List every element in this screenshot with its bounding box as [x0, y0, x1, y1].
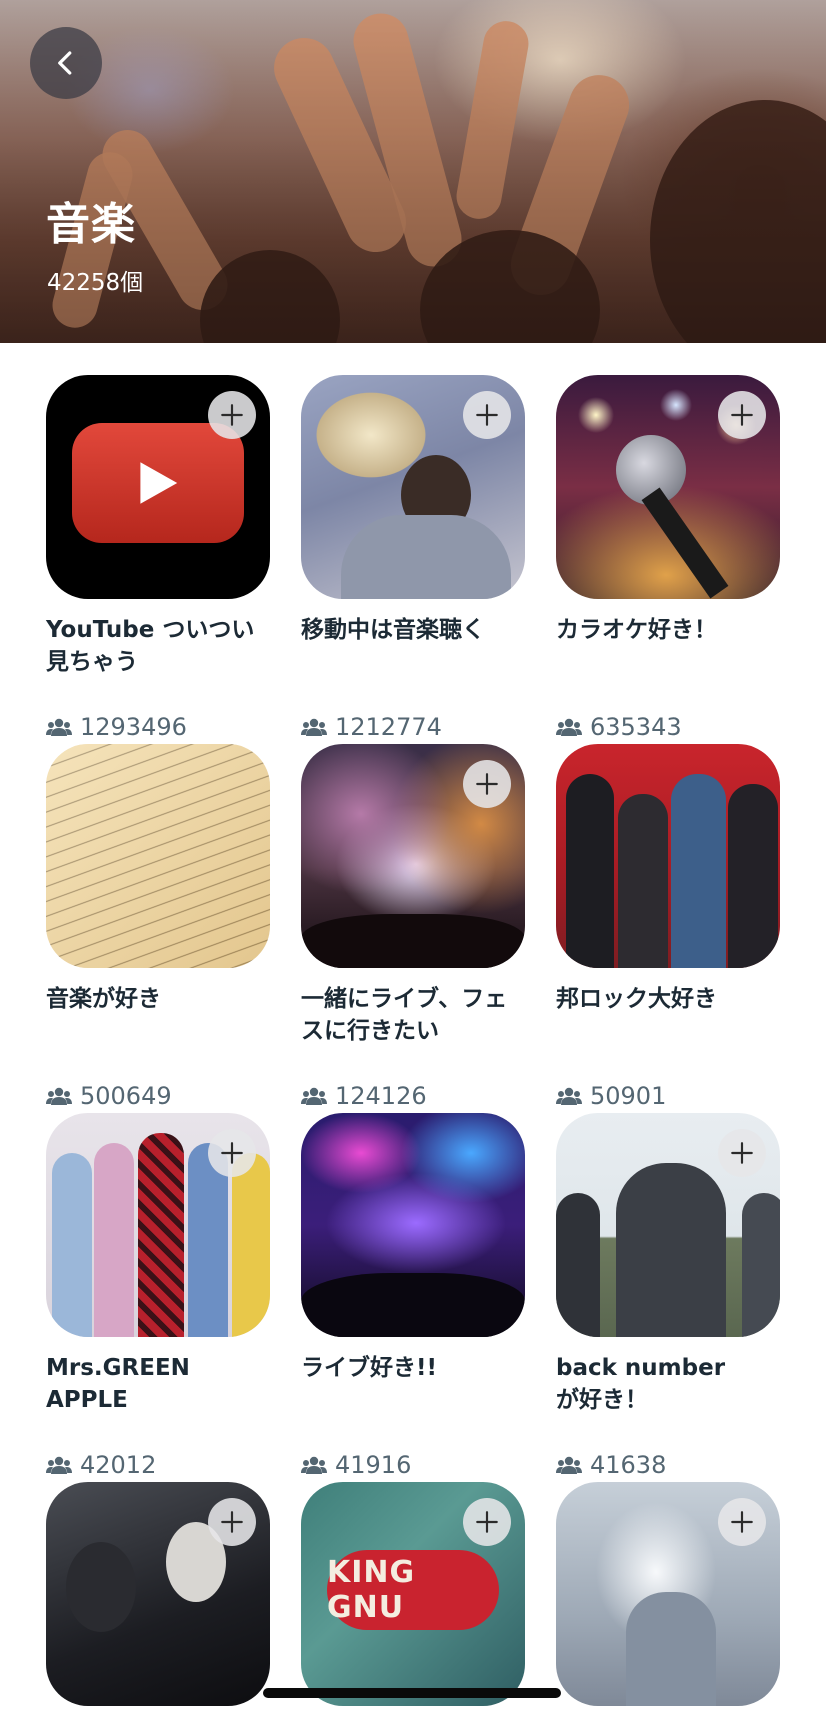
- plus-icon: [221, 404, 243, 426]
- member-count: 635343: [556, 713, 682, 741]
- king-gnu-logo: KING GNU: [327, 1555, 416, 1625]
- people-icon: [46, 1456, 72, 1474]
- people-icon: [301, 1087, 327, 1105]
- member-count: 500649: [46, 1082, 172, 1110]
- add-community-button[interactable]: [718, 1129, 766, 1177]
- plus-icon: [221, 1511, 243, 1533]
- back-button[interactable]: [30, 27, 102, 99]
- community-title: カラオケ好き！: [556, 617, 717, 643]
- community-title: ライブ好き!!: [301, 1355, 437, 1381]
- page-title: 音楽: [46, 199, 136, 250]
- member-count: 41638: [556, 1451, 666, 1479]
- member-count: 124126: [301, 1082, 427, 1110]
- plus-icon: [476, 1511, 498, 1533]
- member-count: 1212774: [301, 713, 442, 741]
- plus-icon: [476, 404, 498, 426]
- member-count-value: 41638: [590, 1451, 667, 1479]
- community-count: 42258個: [47, 270, 144, 296]
- add-community-button[interactable]: [718, 1498, 766, 1546]
- community-title: 邦ロック大好き: [556, 986, 717, 1012]
- community-title: back number が好き！: [556, 1355, 726, 1413]
- community-title: Mrs.GREEN APPLE: [46, 1355, 190, 1413]
- add-community-button[interactable]: [208, 1129, 256, 1177]
- add-community-button[interactable]: [208, 391, 256, 439]
- member-count: 50901: [556, 1082, 666, 1110]
- member-count: 41916: [301, 1451, 411, 1479]
- community-title: 音楽が好き: [46, 986, 161, 1012]
- member-count-value: 42012: [80, 1451, 157, 1479]
- member-count: 42012: [46, 1451, 156, 1479]
- member-count-value: 124126: [335, 1082, 427, 1110]
- member-count-value: 500649: [80, 1082, 172, 1110]
- add-community-button[interactable]: [463, 391, 511, 439]
- home-indicator: [263, 1688, 561, 1698]
- people-icon: [301, 718, 327, 736]
- youtube-logo-icon: [72, 423, 244, 543]
- chevron-left-icon: [58, 51, 72, 75]
- member-count-value: 1212774: [335, 713, 442, 741]
- people-icon: [46, 1087, 72, 1105]
- member-count-value: 50901: [590, 1082, 667, 1110]
- community-title: YouTube ついつい 見ちゃう: [46, 617, 255, 675]
- community-title: 移動中は音楽聴く: [301, 617, 485, 643]
- member-count-value: 1293496: [80, 713, 187, 741]
- plus-icon: [476, 773, 498, 795]
- community-thumbnail: [301, 1113, 525, 1337]
- community-thumbnail: [556, 744, 780, 968]
- member-count-value: 41916: [335, 1451, 412, 1479]
- member-count-value: 635343: [590, 713, 682, 741]
- category-header: 音楽 42258個: [0, 0, 826, 343]
- community-title: 一緒にライブ、フェ スに行きたい: [301, 986, 508, 1044]
- member-count: 1293496: [46, 713, 187, 741]
- plus-icon: [731, 404, 753, 426]
- add-community-button[interactable]: [463, 1498, 511, 1546]
- people-icon: [556, 1087, 582, 1105]
- people-icon: [556, 1456, 582, 1474]
- people-icon: [301, 1456, 327, 1474]
- add-community-button[interactable]: [463, 760, 511, 808]
- people-icon: [46, 718, 72, 736]
- community-thumbnail: [46, 744, 270, 968]
- add-community-button[interactable]: [718, 391, 766, 439]
- people-icon: [556, 718, 582, 736]
- add-community-button[interactable]: [208, 1498, 256, 1546]
- plus-icon: [731, 1142, 753, 1164]
- plus-icon: [221, 1142, 243, 1164]
- plus-icon: [731, 1511, 753, 1533]
